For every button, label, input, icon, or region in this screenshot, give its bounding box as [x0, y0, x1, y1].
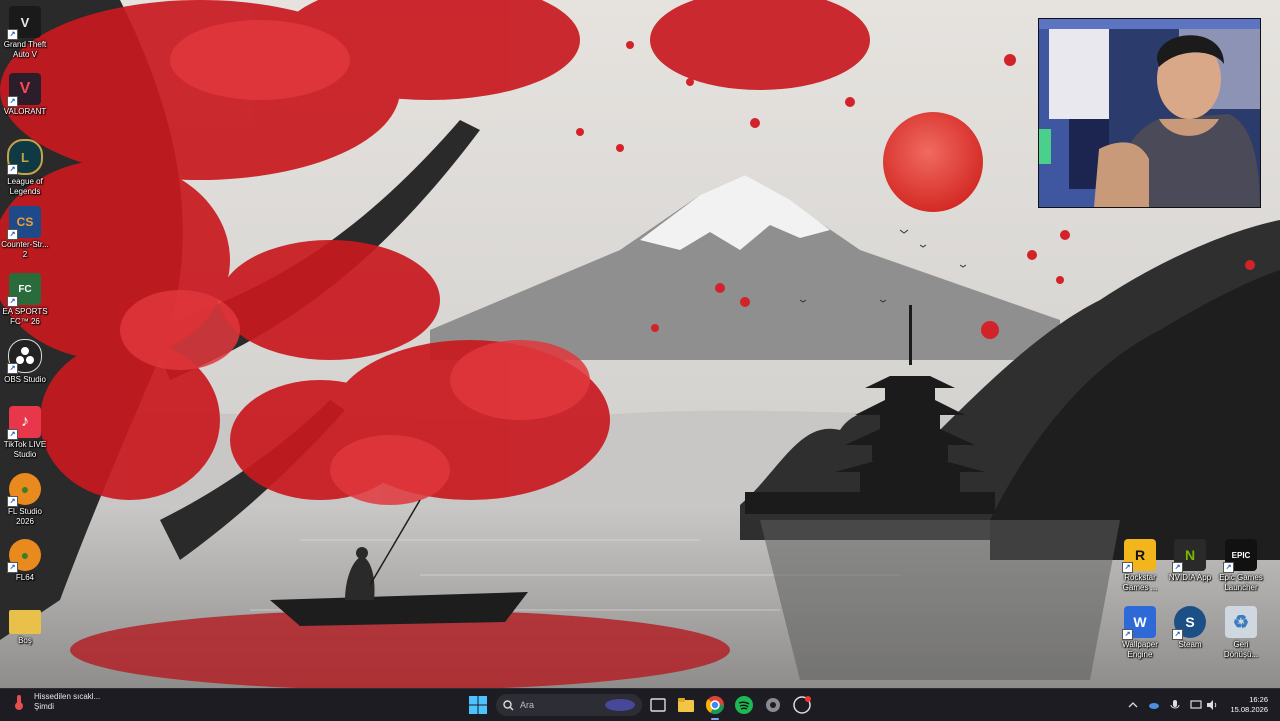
settings-icon[interactable]	[763, 695, 783, 715]
file-explorer-icon[interactable]	[676, 695, 696, 715]
clock-date: 15.08.2026	[1230, 705, 1268, 714]
rockstar-games-icon: R ↗	[1122, 539, 1156, 573]
nvidia-app-icon: N ↗	[1172, 539, 1206, 573]
desktop-icon-valorant[interactable]: V ↗ VALORANT	[0, 67, 50, 117]
chrome-icon	[705, 696, 724, 715]
ea-sports-fc-icon: FC ↗	[7, 273, 41, 307]
folder-icon	[9, 610, 41, 634]
desktop-icon-recycle-bin[interactable]: ♻ Geri Dönüşü...	[1216, 600, 1266, 660]
taskbar: Hissedilen sıcakl... Şimdi Ara 16:26 15.…	[0, 688, 1280, 721]
desktop-icon-wallpaper-engine[interactable]: W ↗ Wallpaper Engine	[1115, 600, 1165, 660]
valorant-icon: V ↗	[7, 73, 41, 107]
fl-studio-icon: ● ↗	[7, 473, 41, 507]
weather-icon	[15, 695, 23, 710]
desktop-icon-fl-studio[interactable]: ● ↗ FL Studio 2026	[0, 467, 50, 527]
desktop-icon-league-of-legends[interactable]: L ↗ League of Legends	[0, 133, 50, 197]
task-view-icon[interactable]	[648, 695, 668, 715]
microphone-icon[interactable]	[1169, 699, 1181, 711]
recycle-bin-icon: ♻	[1225, 606, 1257, 638]
weather-text: Hissedilen sıcakl...	[34, 692, 101, 701]
taskbar-search[interactable]: Ara	[496, 694, 642, 716]
desktop-icon-fl64[interactable]: ● ↗ FL64	[0, 533, 50, 583]
volume-icon[interactable]	[1206, 699, 1218, 711]
app-icon[interactable]	[792, 695, 812, 715]
search-placeholder: Ara	[520, 700, 535, 710]
desktop-icon-bos-folder[interactable]: Boş	[0, 600, 50, 646]
league-of-legends-icon: L ↗	[7, 139, 43, 175]
desktop-icon-ea-sports-fc[interactable]: FC ↗ EA SPORTS FC™ 26	[0, 267, 50, 327]
desktop-icon-obs-studio[interactable]: ↗ OBS Studio	[0, 333, 50, 385]
obs-studio-icon: ↗	[7, 339, 42, 374]
desktop-icon-gta-v[interactable]: V ↗ Grand Theft Auto V	[0, 0, 50, 60]
chevron-up-icon[interactable]	[1127, 699, 1139, 711]
weather-subtext: Şimdi	[34, 702, 55, 711]
gta-v-icon: V ↗	[7, 6, 41, 40]
chrome-taskbar-button[interactable]	[705, 695, 725, 720]
steam-icon: S ↗	[1172, 606, 1206, 640]
clock-time: 16:26	[1249, 695, 1268, 704]
webcam-overlay	[1038, 18, 1261, 208]
desktop-icon-counter-strike[interactable]: CS ↗ Counter-Str... 2	[0, 200, 50, 260]
search-highlight-icon	[605, 699, 635, 711]
spotify-icon[interactable]	[734, 695, 754, 715]
fl64-icon: ● ↗	[7, 539, 41, 573]
search-icon	[503, 699, 514, 710]
desktop-icon-tiktok-live-studio[interactable]: ♪ ↗ TikTok LIVE Studio	[0, 400, 50, 460]
windows-start-icon[interactable]	[468, 695, 488, 715]
desktop-icon-steam[interactable]: S ↗ Steam	[1165, 600, 1215, 650]
display-icon[interactable]	[1190, 699, 1202, 711]
counter-strike-icon: CS ↗	[7, 206, 41, 240]
tiktok-live-icon: ♪ ↗	[7, 406, 41, 440]
epic-games-icon: EPIC ↗	[1223, 539, 1257, 573]
wallpaper-engine-icon: W ↗	[1122, 606, 1156, 640]
weather-widget[interactable]: Hissedilen sıcakl... Şimdi	[10, 692, 100, 712]
desktop-icon-epic-games[interactable]: EPIC ↗ Epic Games Launcher	[1216, 533, 1266, 593]
desktop-icon-nvidia-app[interactable]: N ↗ NVIDIA App	[1165, 533, 1215, 583]
cloud-icon[interactable]	[1148, 699, 1160, 711]
desktop-icon-rockstar-games[interactable]: R ↗ Rockstar Games ...	[1115, 533, 1165, 593]
taskbar-clock[interactable]: 16:26 15.08.2026	[1230, 695, 1268, 715]
